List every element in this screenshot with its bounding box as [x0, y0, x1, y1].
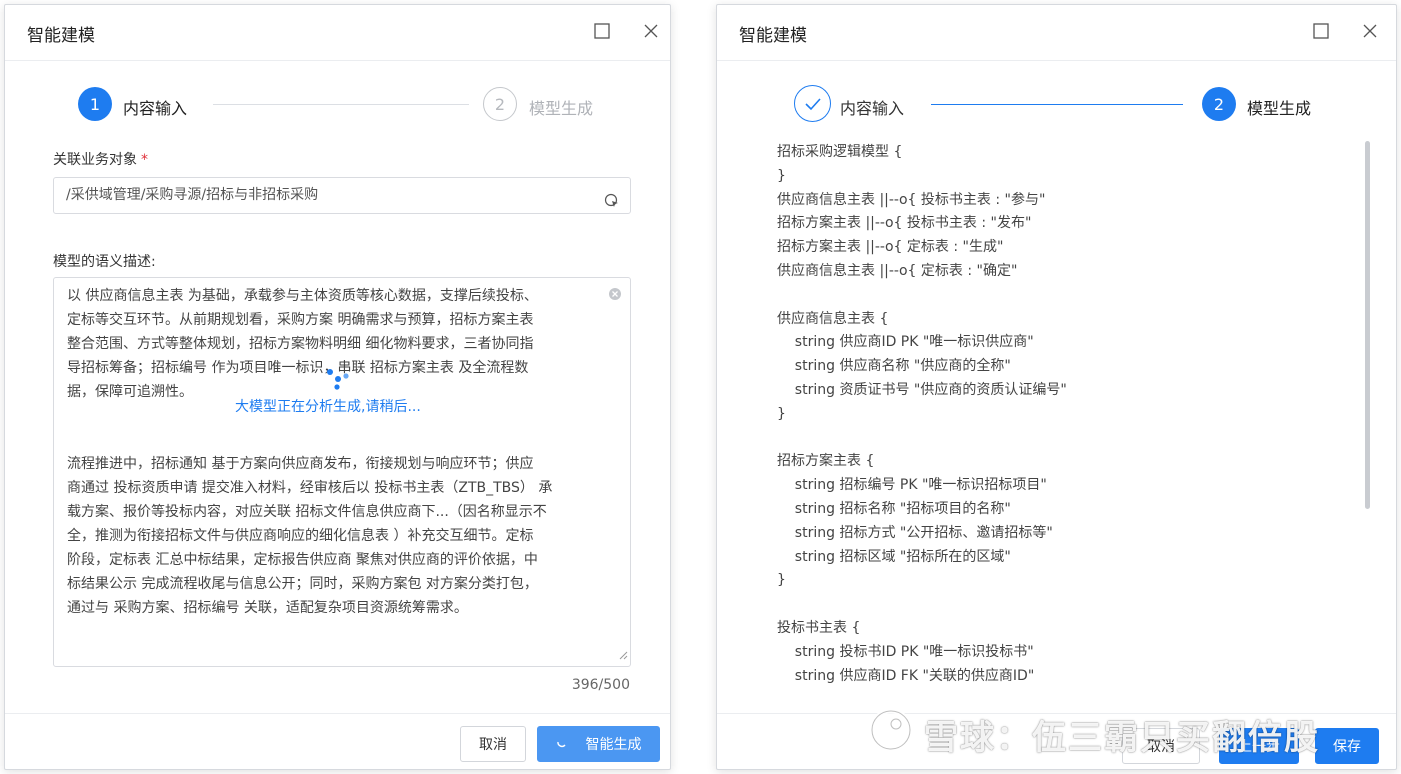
dialog-header: 智能建模 — [5, 5, 670, 61]
dialog-title: 智能建模 — [27, 26, 95, 46]
step-connector — [213, 104, 469, 105]
cancel-button[interactable]: 取消 — [460, 726, 526, 762]
close-icon[interactable] — [1358, 19, 1382, 43]
generated-model-code: 招标采购逻辑模型 { } 供应商信息主表 ||--o{ 投标书主表 : "参与"… — [777, 144, 1067, 684]
semantic-description-label: 模型的语义描述: — [53, 254, 156, 270]
cursor-select-icon[interactable] — [604, 188, 620, 223]
stepper: 内容输入 2 模型生成 — [717, 85, 1396, 125]
step-2-circle: 2 — [1202, 87, 1236, 121]
close-icon[interactable] — [639, 19, 663, 43]
step-2-label: 模型生成 — [529, 99, 594, 118]
smart-generate-label: 智能生成 — [585, 737, 642, 753]
step-1-circle: 1 — [78, 87, 112, 121]
smart-generate-button[interactable]: 智能生成 — [537, 726, 660, 762]
loading-icon — [556, 736, 568, 752]
maximize-icon[interactable] — [590, 19, 614, 43]
clear-icon[interactable] — [608, 286, 622, 305]
business-object-input[interactable]: /采供域管理/采购寻源/招标与非招标采购 — [53, 177, 631, 214]
step-1-label: 内容输入 — [840, 99, 905, 118]
maximize-icon[interactable] — [1309, 19, 1333, 43]
loading-message: 大模型正在分析生成,请稍后... — [235, 399, 421, 415]
required-mark: * — [141, 152, 148, 168]
business-object-label: 关联业务对象 * — [53, 152, 148, 168]
character-counter: 396/500 — [571, 677, 630, 693]
semantic-description-textarea[interactable]: 以 供应商信息主表 为基础，承载参与主体资质等核心数据，支撑后续投标、 定标等交… — [53, 277, 631, 667]
loading-spinner-icon — [324, 366, 352, 396]
step-1-check-icon — [794, 85, 831, 122]
step-2-circle: 2 — [483, 87, 517, 121]
business-object-value: /采供域管理/采购寻源/招标与非招标采购 — [66, 187, 319, 203]
watermark: 雪球：伍三霸只买翻倍股 — [868, 706, 1320, 762]
dialog-footer: 取消 智能生成 — [5, 713, 670, 771]
save-button[interactable]: 保存 — [1315, 728, 1379, 764]
smart-modeling-dialog-step1: 智能建模 1 内容输入 2 模型生成 关联业务对象 * /采供域管理/采购寻源/招… — [4, 4, 671, 770]
dialog-header: 智能建模 — [717, 5, 1396, 61]
step-1-label: 内容输入 — [123, 99, 188, 118]
resize-handle-icon[interactable] — [618, 645, 628, 664]
step-connector — [931, 104, 1183, 105]
dialog-title: 智能建模 — [739, 26, 807, 46]
stepper: 1 内容输入 2 模型生成 — [5, 85, 670, 125]
smart-modeling-dialog-step2: 智能建模 内容输入 2 模型生成 招标采购逻辑模型 { } 供应商信息主表 ||… — [716, 4, 1397, 770]
scrollbar-thumb[interactable] — [1365, 141, 1370, 509]
watermark-text: 雪球：伍三霸只买翻倍股 — [924, 717, 1320, 758]
description-paragraph-2: 流程推进中，招标通知 基于方案向供应商发布，衔接规划与响应环节；供应 商通过 投… — [67, 456, 553, 616]
step-2-label: 模型生成 — [1247, 99, 1312, 118]
snowball-logo-icon — [868, 707, 914, 762]
